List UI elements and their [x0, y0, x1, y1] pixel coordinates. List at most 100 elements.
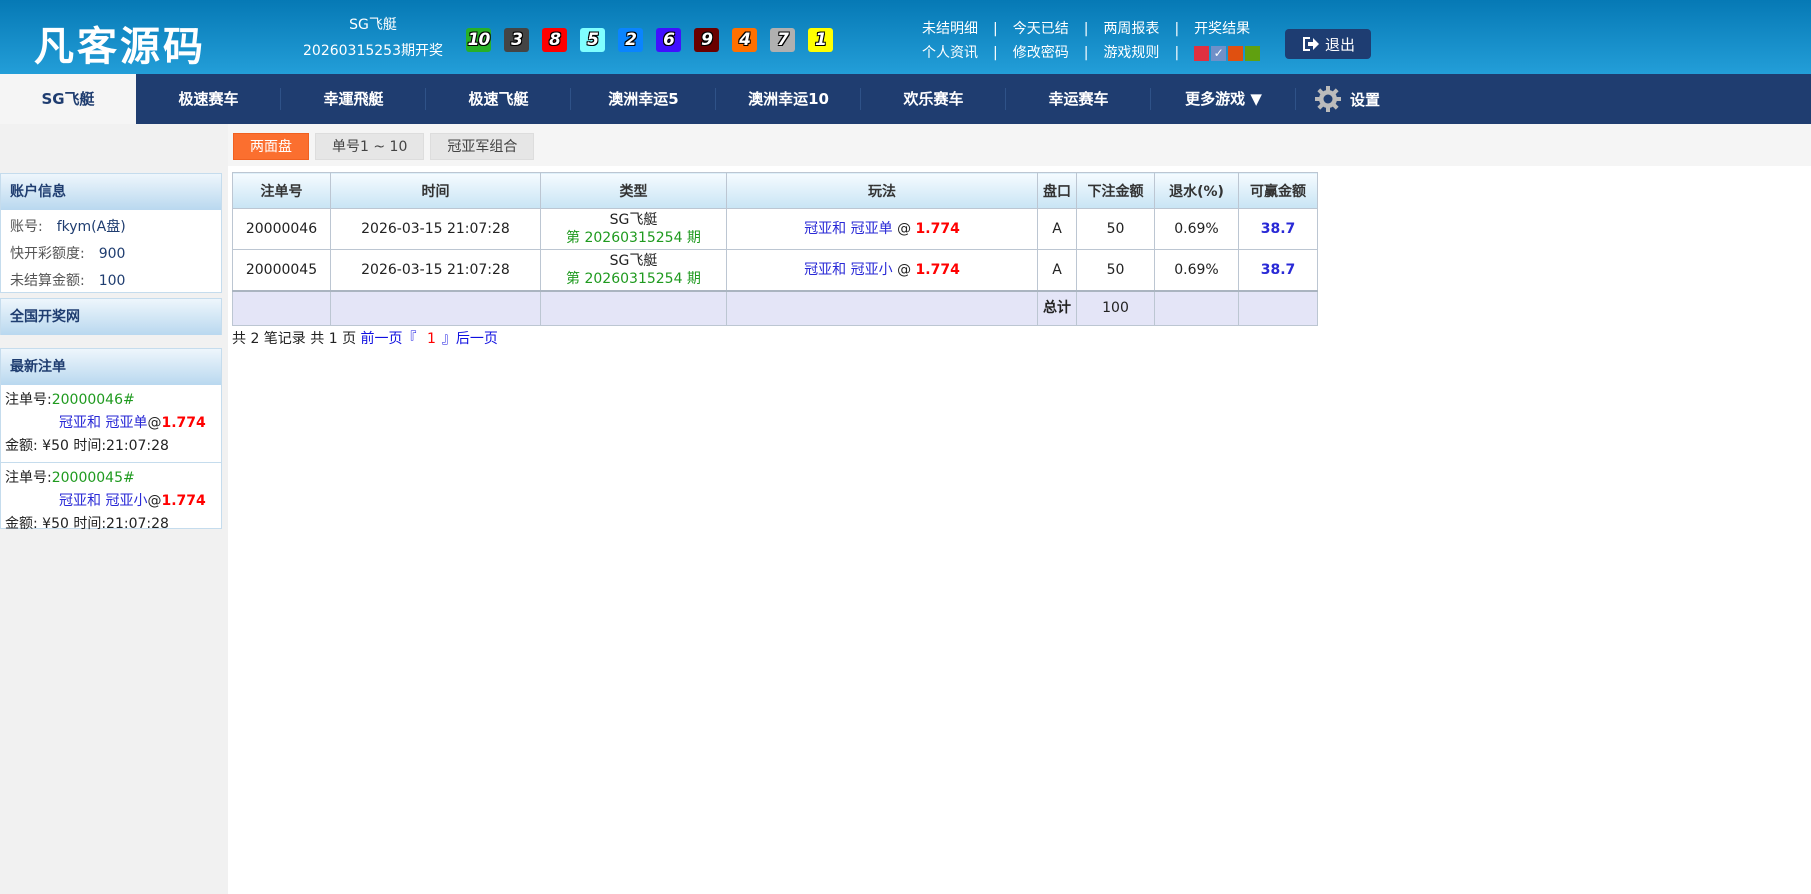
- account-row: 账号: fkym(A盘): [1, 214, 221, 241]
- subtab-champion-combo[interactable]: 冠亚军组合: [430, 133, 535, 160]
- theme-green[interactable]: [1245, 45, 1261, 61]
- bets-table: 注单号 时间 类型 玩法 盘口 下注金额 退水(%) 可赢金额 20000046…: [232, 172, 1318, 326]
- account-value: fkym(A盘): [56, 219, 126, 235]
- pagination: 共 2 笔记录 共 1 页 前一页『 1 』后一页: [232, 328, 498, 348]
- play: 冠亚和 冠亚小: [804, 261, 893, 278]
- bet-odds: 1.774: [161, 415, 206, 431]
- subtab-single-number[interactable]: 单号1 ~ 10: [315, 133, 425, 160]
- bet-amount: 50: [1076, 249, 1155, 291]
- latest-bets-title: 最新注单: [1, 349, 221, 385]
- bet-time: 2026-03-15 21:07:28: [330, 249, 541, 291]
- subtab-two-sides[interactable]: 两面盘: [233, 133, 309, 160]
- bet-amount-time: 金额: ¥50 时间:21:07:28: [5, 516, 169, 532]
- bracket: 『: [402, 331, 417, 347]
- col-play: 玩法: [726, 172, 1038, 209]
- table-header: 注单号 时间 类型 玩法 盘口 下注金额 退水(%) 可赢金额: [232, 172, 1318, 209]
- link-change-password[interactable]: 修改密码: [1013, 41, 1069, 65]
- at: @: [897, 221, 912, 237]
- empty-cell: [330, 289, 541, 326]
- link-profile[interactable]: 个人资讯: [922, 41, 978, 65]
- link-settled-today[interactable]: 今天已结: [1013, 17, 1069, 41]
- bet-amount: 50: [1076, 208, 1155, 250]
- result-balls: 10 3 8 5 2 6 9 4 7 1: [466, 28, 833, 52]
- nav-lucky-boat[interactable]: 幸運飛艇: [281, 74, 426, 124]
- link-results[interactable]: 开奖结果: [1194, 17, 1250, 41]
- table-row: 20000046 2026-03-15 21:07:28 SG飞艇第 20260…: [232, 208, 1318, 250]
- logout-icon: [1302, 37, 1319, 51]
- label: 注单号:: [5, 470, 52, 486]
- period: 第 20260315254 期: [566, 270, 701, 287]
- game-name: SG飞艇: [349, 17, 397, 33]
- bet-rebate: 0.69%: [1154, 249, 1239, 291]
- header: 凡客源码 SG飞艇 20260315253期开奖 10 3 8 5 2 6 9 4 7 1 未结明…: [0, 0, 1811, 74]
- odds: 1.774: [915, 261, 960, 278]
- col-bet-id: 注单号: [232, 172, 331, 209]
- current-page[interactable]: 1: [427, 331, 436, 347]
- bet-id: 20000046#: [51, 392, 135, 408]
- nav-speed-boat[interactable]: 极速飞艇: [426, 74, 571, 124]
- settings-button[interactable]: 设置: [1296, 74, 1380, 124]
- theme-blue-selected[interactable]: ✓: [1211, 45, 1227, 61]
- draw-period: 20260315253期开奖: [303, 43, 443, 59]
- bet-play: 冠亚和 冠亚小 @ 1.774: [726, 249, 1038, 291]
- bet-win: 38.7: [1238, 208, 1318, 250]
- nav-aus-lucky10[interactable]: 澳洲幸运10: [716, 74, 861, 124]
- nav-speed-racing[interactable]: 极速赛车: [136, 74, 281, 124]
- table-row: 20000045 2026-03-15 21:07:28 SG飞艇第 20260…: [232, 249, 1318, 291]
- unsettled-row: 未结算金额: 100: [1, 268, 221, 295]
- link-rules[interactable]: 游戏规则: [1103, 41, 1159, 65]
- prev-page-link[interactable]: 前一页: [361, 331, 403, 347]
- nav-lucky-racing[interactable]: 幸运赛车: [1006, 74, 1151, 124]
- result-ball: 1: [808, 28, 833, 52]
- latest-bet-item: 注单号:20000046# 冠亚和 冠亚单@1.774 金额: ¥50 时间:2…: [1, 385, 221, 463]
- result-ball: 6: [656, 28, 681, 52]
- bet-play: 冠亚和 冠亚单: [59, 415, 148, 431]
- nav-aus-lucky5[interactable]: 澳洲幸运5: [571, 74, 716, 124]
- nav-happy-racing[interactable]: 欢乐赛车: [861, 74, 1006, 124]
- subtabs: 两面盘 单号1 ~ 10 冠亚军组合: [233, 133, 535, 160]
- latest-bets-panel: 最新注单 注单号:20000046# 冠亚和 冠亚单@1.774 金额: ¥50…: [0, 348, 222, 532]
- bet-amount-time: 金额: ¥50 时间:21:07:28: [5, 438, 169, 454]
- lottery-site-link[interactable]: 全国开奖网: [1, 299, 221, 335]
- bet-play: 冠亚和 冠亚单 @ 1.774: [726, 208, 1038, 250]
- empty-cell: [232, 289, 331, 326]
- nav-sg-boat[interactable]: SG飞艇: [0, 74, 136, 124]
- total-row: 总计 100: [232, 289, 1318, 326]
- bet-type: SG飞艇第 20260315254 期: [540, 249, 727, 291]
- col-amount: 下注金额: [1076, 172, 1155, 209]
- empty-cell: [726, 289, 1038, 326]
- settings-label: 设置: [1350, 90, 1381, 109]
- bet-type: SG飞艇第 20260315254 期: [540, 208, 727, 250]
- lottery-site-panel[interactable]: 全国开奖网: [0, 298, 222, 335]
- latest-bet-item: 注单号:20000045# 冠亚和 冠亚小@1.774 金额: ¥50 时间:2…: [1, 463, 221, 540]
- bet-play: 冠亚和 冠亚小: [59, 493, 148, 509]
- link-two-week-report[interactable]: 两周报表: [1103, 17, 1159, 41]
- play: 冠亚和 冠亚单: [804, 221, 893, 237]
- at: @: [147, 415, 162, 431]
- theme-red[interactable]: [1194, 45, 1210, 61]
- empty-cell: [540, 289, 727, 326]
- credit-value: 900: [98, 246, 126, 262]
- game-nav: SG飞艇 极速赛车 幸運飛艇 极速飞艇 澳洲幸运5 澳洲幸运10 欢乐赛车 幸运…: [0, 74, 1811, 124]
- link-unsettled[interactable]: 未结明细: [922, 17, 978, 41]
- total-label: 总计: [1037, 289, 1077, 326]
- bet-pan: A: [1037, 249, 1077, 291]
- bet-time: 2026-03-15 21:07:28: [330, 208, 541, 250]
- next-page-link[interactable]: 后一页: [456, 331, 498, 347]
- label: 注单号:: [5, 392, 52, 408]
- logo: 凡客源码: [34, 24, 206, 70]
- game: SG飞艇: [609, 212, 658, 228]
- at: @: [897, 261, 912, 278]
- account-info-panel: 账户信息 账号: fkym(A盘) 快开彩额度: 900 未结算金额: 100: [0, 173, 222, 293]
- bet-odds: 1.774: [161, 493, 206, 509]
- label: 快开彩额度:: [10, 246, 85, 262]
- logout-button[interactable]: 退出: [1285, 29, 1371, 59]
- bet-win: 38.7: [1238, 249, 1318, 291]
- label: 未结算金额:: [10, 273, 85, 289]
- gear-icon: [1315, 86, 1341, 112]
- theme-orange[interactable]: [1228, 45, 1244, 61]
- bet-rebate: 0.69%: [1154, 208, 1239, 250]
- result-ball: 4: [732, 28, 757, 52]
- result-ball: 7: [770, 28, 795, 52]
- nav-more-games[interactable]: 更多游戏 ▼: [1151, 74, 1296, 124]
